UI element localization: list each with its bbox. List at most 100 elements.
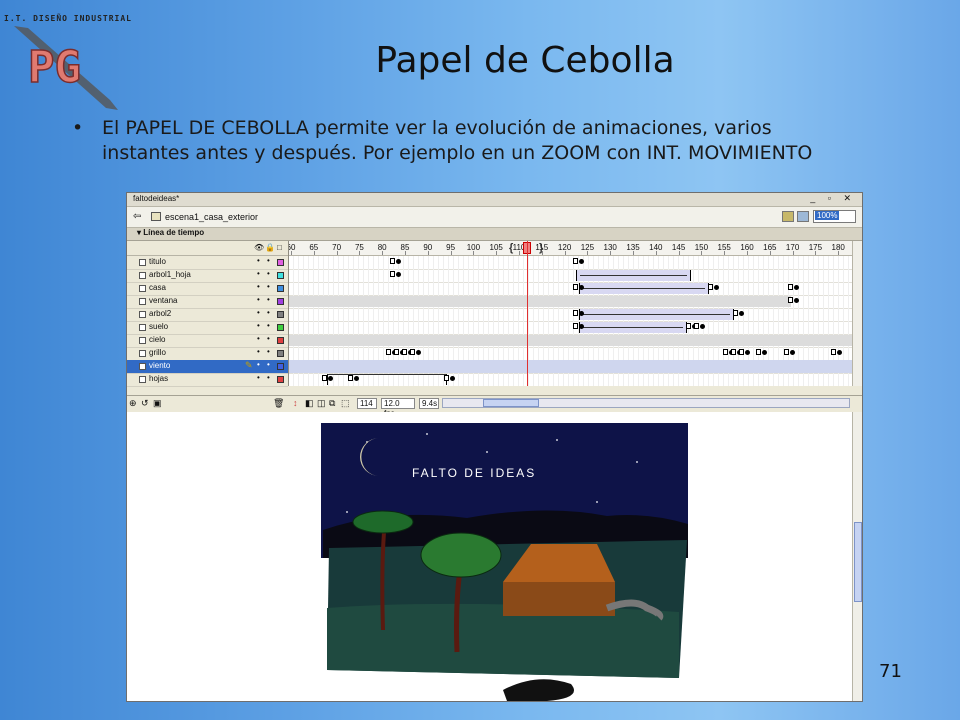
keyframe[interactable]: [745, 350, 750, 355]
stage-vertical-scrollbar[interactable]: [852, 412, 862, 701]
outline-color-swatch[interactable]: [277, 376, 284, 383]
modify-onion-markers-icon[interactable]: ⬚: [341, 398, 350, 409]
layer-row-grillo[interactable]: grillo • •: [127, 347, 288, 361]
lock-dot[interactable]: •: [267, 347, 270, 356]
frame-rate[interactable]: 12.0 fps: [381, 398, 415, 418]
keyframe[interactable]: [794, 298, 799, 303]
frame-row[interactable]: [289, 360, 852, 374]
outline-color-swatch[interactable]: [277, 324, 284, 331]
outline-color-swatch[interactable]: [277, 272, 284, 279]
timeline-vertical-scrollbar[interactable]: [852, 241, 862, 386]
keyframe[interactable]: [416, 350, 421, 355]
lock-dot[interactable]: •: [267, 334, 270, 343]
keyframe[interactable]: [739, 311, 744, 316]
visibility-dot[interactable]: •: [257, 282, 260, 291]
add-guide-icon[interactable]: ↺: [141, 398, 149, 409]
onion-skin-end-marker-icon[interactable]: }: [539, 242, 543, 254]
lock-dot[interactable]: •: [267, 373, 270, 382]
keyframe[interactable]: [579, 259, 584, 264]
lock-icon[interactable]: 🔒: [265, 243, 275, 252]
outline-color-swatch[interactable]: [277, 311, 284, 318]
keyframe[interactable]: [579, 324, 584, 329]
frame-row[interactable]: [289, 295, 852, 309]
keyframe[interactable]: [700, 324, 705, 329]
stage-scroll-thumb[interactable]: [854, 522, 862, 602]
frame-row[interactable]: [289, 321, 852, 335]
frame-end-marker: [788, 284, 793, 290]
edit-scene-icon[interactable]: [782, 211, 794, 222]
keyframe[interactable]: [396, 259, 401, 264]
lock-dot[interactable]: •: [267, 282, 270, 291]
onion-skin-icon[interactable]: ◧: [305, 398, 314, 409]
keyframe[interactable]: [790, 350, 795, 355]
timeline-horizontal-scrollbar[interactable]: [442, 398, 850, 408]
keyframe[interactable]: [328, 376, 333, 381]
layer-row-casa[interactable]: casa • •: [127, 282, 288, 296]
keyframe[interactable]: [450, 376, 455, 381]
keyframe[interactable]: [579, 311, 584, 316]
visibility-dot[interactable]: •: [257, 334, 260, 343]
frame-row[interactable]: [289, 256, 852, 270]
frame-row[interactable]: [289, 373, 852, 386]
visibility-dot[interactable]: •: [257, 256, 260, 265]
layer-row-viento[interactable]: viento • • ✎: [127, 360, 288, 374]
lock-dot[interactable]: •: [267, 308, 270, 317]
onion-skin-start-marker-icon[interactable]: {: [509, 242, 513, 254]
lock-dot[interactable]: •: [267, 295, 270, 304]
layer-row-titulo[interactable]: titulo • •: [127, 256, 288, 270]
outline-color-swatch[interactable]: [277, 285, 284, 292]
visibility-dot[interactable]: •: [257, 373, 260, 382]
keyframe[interactable]: [837, 350, 842, 355]
frames-area[interactable]: [289, 256, 852, 386]
keyframe[interactable]: [396, 272, 401, 277]
outline-color-swatch[interactable]: [277, 337, 284, 344]
stage[interactable]: FALTO DE IDEAS: [127, 412, 852, 701]
keyframe[interactable]: [579, 285, 584, 290]
scrollbar-thumb[interactable]: [483, 399, 539, 407]
scene-name[interactable]: escena1_casa_exterior: [165, 212, 258, 222]
layer-row-ventana[interactable]: ventana • •: [127, 295, 288, 309]
keyframe[interactable]: [762, 350, 767, 355]
delete-layer-icon[interactable]: 🗑: [273, 398, 284, 409]
visibility-dot[interactable]: •: [257, 269, 260, 278]
keyframe[interactable]: [794, 285, 799, 290]
outline-color-swatch[interactable]: [277, 363, 284, 370]
layer-row-arbol1_hoja[interactable]: arbol1_hoja • •: [127, 269, 288, 283]
outline-color-swatch[interactable]: [277, 350, 284, 357]
center-frame-icon[interactable]: ↕: [293, 398, 298, 408]
layer-row-suelo[interactable]: suelo • •: [127, 321, 288, 335]
outline-color-swatch[interactable]: [277, 298, 284, 305]
lock-dot[interactable]: •: [267, 321, 270, 330]
window-controls[interactable]: _ ▫ ✕: [810, 193, 856, 204]
add-folder-icon[interactable]: ▣: [153, 398, 162, 409]
frame-row[interactable]: [289, 308, 852, 322]
back-arrow-icon[interactable]: ⇦: [133, 211, 141, 222]
edit-multiple-frames-icon[interactable]: ⧉: [329, 398, 335, 409]
visibility-dot[interactable]: •: [257, 321, 260, 330]
frame-row[interactable]: [289, 334, 852, 348]
lock-dot[interactable]: •: [267, 256, 270, 265]
frame-row[interactable]: [289, 269, 852, 283]
layer-row-hojas[interactable]: hojas • •: [127, 373, 288, 387]
edit-symbol-icon[interactable]: [797, 211, 809, 222]
frame-row[interactable]: [289, 282, 852, 296]
add-layer-icon[interactable]: ⊕: [129, 398, 137, 409]
layer-row-cielo[interactable]: cielo • •: [127, 334, 288, 348]
visibility-dot[interactable]: •: [257, 360, 260, 369]
layer-row-arbol2[interactable]: arbol2 • •: [127, 308, 288, 322]
keyframe[interactable]: [714, 285, 719, 290]
eye-icon[interactable]: 👁: [254, 243, 264, 252]
visibility-dot[interactable]: •: [257, 347, 260, 356]
outline-color-swatch[interactable]: [277, 259, 284, 266]
timeline-header[interactable]: ▾ Línea de tiempo: [127, 228, 862, 241]
frame-row[interactable]: [289, 347, 852, 361]
zoom-select[interactable]: 100%: [813, 210, 856, 223]
visibility-dot[interactable]: •: [257, 308, 260, 317]
onion-skin-outlines-icon[interactable]: ◫: [317, 398, 326, 409]
frame-ruler[interactable]: 6065707580859095100105110115120125130135…: [289, 241, 852, 256]
lock-dot[interactable]: •: [267, 360, 270, 369]
outline-icon[interactable]: □: [277, 243, 282, 252]
lock-dot[interactable]: •: [267, 269, 270, 278]
visibility-dot[interactable]: •: [257, 295, 260, 304]
keyframe[interactable]: [354, 376, 359, 381]
